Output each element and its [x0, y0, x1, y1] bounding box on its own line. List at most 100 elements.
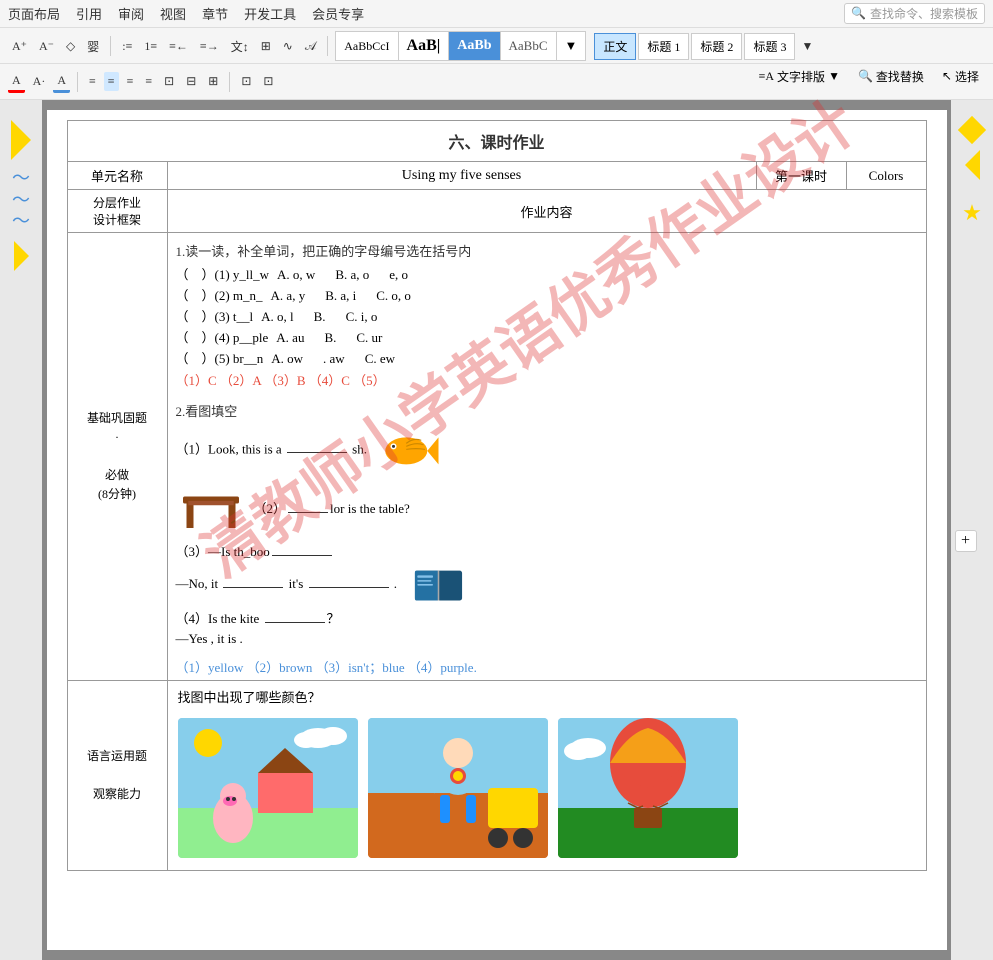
style-sample-h2: AaBb: [449, 32, 500, 60]
special2-btn[interactable]: 𝒜: [301, 37, 320, 56]
deco-triangle-1: [11, 120, 31, 160]
exercise2-content: （1）Look, this is a sh.: [176, 424, 918, 651]
menu-view[interactable]: 视图: [160, 4, 186, 23]
shading-btn[interactable]: ⊡: [259, 72, 277, 91]
select-btn[interactable]: ↖ 选择: [936, 65, 985, 88]
indent-decrease[interactable]: ≡←: [165, 37, 192, 56]
exercise1-title: 1.读一读，补全单词，把正确的字母编号选在括号内: [176, 241, 918, 260]
menu-reference[interactable]: 引用: [76, 4, 102, 23]
table-icon: [176, 477, 246, 537]
plus-button[interactable]: +: [955, 530, 977, 552]
content-area: 〜〜〜 清教师小学英语优秀作业设计 六、课时作业 单元名称 Using my f…: [0, 100, 993, 960]
style-more[interactable]: ▼: [557, 32, 586, 60]
table-row: （ ）(4) p__ple A. au B. C. ur: [176, 327, 918, 346]
font-bg-btn[interactable]: A: [53, 71, 70, 93]
style-sample-h3: AaBbC: [501, 32, 557, 60]
border2-btn[interactable]: ⊡: [237, 72, 255, 91]
text-layout-label: 文字排版: [777, 68, 825, 85]
exercise1-answer: （1）C （2）A （3）B （4）C （5）: [176, 370, 918, 389]
align-center-btn[interactable]: ≡: [104, 72, 119, 91]
find-replace-btn[interactable]: 🔍 查找替换: [852, 65, 930, 88]
menu-chapter[interactable]: 章节: [202, 4, 228, 23]
table-header-row: 单元名称 Using my five senses 第一课时 Colors: [67, 162, 926, 190]
list-unordered[interactable]: :≡: [118, 37, 136, 56]
font-color-btn[interactable]: A: [8, 71, 25, 93]
bottom-question: 找图中出现了哪些颜色？: [178, 687, 916, 706]
table-content-row: 基础巩固题 · 必做 (8分钟) 1.读一读，补全单词，把正确的字母编号选在括号…: [67, 233, 926, 681]
text-direction[interactable]: 文↕: [227, 36, 253, 57]
exercise-content: 1.读一读，补全单词，把正确的字母编号选在括号内 （ ）(1) y_ll_w A…: [167, 233, 926, 681]
menu-devtools[interactable]: 开发工具: [244, 4, 296, 23]
highlight-btn[interactable]: A·: [29, 72, 50, 91]
fill-item-2-row: （2）lor is the table?: [176, 477, 918, 537]
deco-triangle-left: [965, 150, 980, 180]
border-btn[interactable]: ⊞: [257, 37, 275, 56]
select-label: 选择: [955, 68, 979, 85]
indent-hang-btn[interactable]: ⊞: [204, 72, 222, 91]
bottom-content: 找图中出现了哪些颜色？: [167, 681, 926, 871]
deco-triangle-2: [14, 241, 29, 271]
right-toolbar: ≡A 文字排版 ▼ 🔍 查找替换 ↖ 选择: [753, 65, 985, 88]
menu-search-box[interactable]: 🔍 查找命令、搜索模板: [844, 3, 985, 24]
main-table: 单元名称 Using my five senses 第一课时 Colors 分层…: [67, 161, 927, 871]
text-layout-icon: ≡A: [759, 69, 774, 84]
style-label-group: 正文 标题 1 标题 2 标题 3 ▼: [594, 33, 817, 60]
fill-item-4: （4）Is the kite ？: [176, 608, 918, 627]
homework-header-label: 作业内容: [167, 190, 926, 233]
eraser-btn[interactable]: ◇: [62, 37, 79, 56]
exercise2-section: 2.看图填空 （1）Look, this is a sh.: [176, 401, 918, 676]
indent-increase[interactable]: ≡→: [196, 37, 223, 56]
table-row: （ ）(3) t__l A. o, l B. C. i, o: [176, 306, 918, 325]
align-right-btn[interactable]: ≡: [123, 72, 138, 91]
menu-page-layout[interactable]: 页面布局: [8, 4, 60, 23]
cursor-icon: ↖: [942, 69, 952, 84]
find-replace-label: 查找替换: [876, 68, 924, 85]
layer-design-label: 分层作业 设计框架: [67, 190, 167, 233]
left-decoration: 〜〜〜: [0, 100, 42, 960]
table-row: （ ）(1) y_ll_w A. o, w B. a, o e, o: [176, 264, 918, 283]
style-sample-h1: AaB|: [399, 32, 450, 60]
style-h3-label[interactable]: 标题 3: [744, 33, 795, 60]
balloon-image: [558, 718, 738, 858]
book-icon: [411, 564, 466, 604]
toolbar-row1: A⁺ A⁻ ◇ 婴 :≡ 1≡ ≡← ≡→ 文↕ ⊞ ∿ 𝒜 AaBbCcI A…: [0, 28, 993, 64]
fill-item-2-text: （2）lor is the table?: [254, 498, 410, 517]
unit-name-label: 单元名称: [67, 162, 167, 190]
wave-btn[interactable]: ∿: [279, 37, 297, 56]
page-content: 清教师小学英语优秀作业设计 六、课时作业 单元名称 Using my five …: [47, 110, 947, 950]
fill-item-3: （3）—Is th_boo: [176, 541, 918, 560]
period-label: 第一课时: [756, 162, 846, 190]
special-btn[interactable]: 婴: [83, 36, 103, 57]
align-left-btn[interactable]: ≡: [85, 72, 100, 91]
search-placeholder: 查找命令、搜索模板: [870, 5, 978, 22]
language-skill-label: 语言运用题 观察能力: [67, 681, 167, 871]
menu-review[interactable]: 审阅: [118, 4, 144, 23]
style-normal-label[interactable]: 正文: [594, 33, 636, 60]
distributed-btn[interactable]: ⊡: [160, 72, 178, 91]
unit-value: Using my five senses: [167, 162, 756, 190]
colors-label: Colors: [846, 162, 926, 190]
list-ordered[interactable]: 1≡: [140, 37, 161, 56]
sep4: [229, 72, 230, 92]
indent-first-btn[interactable]: ⊟: [182, 72, 200, 91]
table-subheader-row: 分层作业 设计框架 作业内容: [67, 190, 926, 233]
deco-star: ★: [962, 200, 982, 226]
text-layout-btn[interactable]: ≡A 文字排版 ▼: [753, 65, 846, 88]
find-icon: 🔍: [858, 69, 873, 84]
font-size-increase[interactable]: A⁺: [8, 37, 31, 56]
exercise2-text-col: （1）Look, this is a sh.: [176, 424, 918, 651]
paw-patrol-image: [368, 718, 548, 858]
section-title: 六、课时作业: [67, 120, 927, 161]
font-size-decrease[interactable]: A⁻: [35, 37, 58, 56]
menu-vip[interactable]: 会员专享: [312, 4, 364, 23]
fill-item-3b: —No, it it's .: [176, 564, 918, 604]
style-h1-label[interactable]: 标题 1: [638, 33, 689, 60]
fill-item-1: （1）Look, this is a sh.: [176, 428, 918, 473]
style-more-btn[interactable]: ▼: [797, 37, 817, 56]
sep2: [327, 36, 328, 56]
table-row: （ ）(5) br__n A. ow . aw C. ew: [176, 348, 918, 367]
style-h2-label[interactable]: 标题 2: [691, 33, 742, 60]
style-sample-normal: AaBbCcI: [336, 32, 398, 60]
justify-btn[interactable]: ≡: [141, 72, 156, 91]
exercise2-answer: （1）yellow （2）brown （3）isn't；blue （4）purp…: [176, 657, 918, 676]
